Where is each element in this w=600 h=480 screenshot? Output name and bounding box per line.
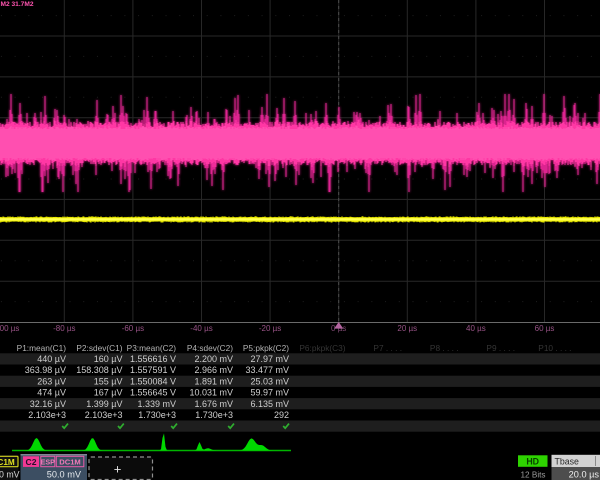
svg-text:DC1M: DC1M [0,458,15,467]
svg-text:+: + [114,462,122,477]
svg-text:1.676 mV: 1.676 mV [194,399,233,409]
svg-text:2.103e+3: 2.103e+3 [85,410,123,420]
svg-text:20.0 µs: 20.0 µs [569,470,600,480]
svg-text:10.031 mV: 10.031 mV [189,388,233,398]
svg-text:P3:mean(C2): P3:mean(C2) [127,343,177,353]
svg-text:-60 µs: -60 µs [122,324,144,333]
svg-text:1.730e+3: 1.730e+3 [195,410,233,420]
svg-text:00 µs: 00 µs [0,324,19,333]
svg-text:DC1M: DC1M [59,458,81,467]
svg-text:P4:sdev(C2): P4:sdev(C2) [187,343,233,353]
svg-text:12 Bits: 12 Bits [521,470,546,479]
svg-text:1.891 mV: 1.891 mV [194,376,233,386]
svg-text:P10 . . . .: P10 . . . . [538,343,571,353]
svg-text:1.550084 V: 1.550084 V [130,376,176,386]
svg-text:2.103e+3: 2.103e+3 [28,410,66,420]
svg-text:ESP: ESP [41,458,56,467]
svg-text:158.308 µV: 158.308 µV [76,365,122,375]
svg-text:HD: HD [526,457,539,467]
svg-text:27.97 mV: 27.97 mV [250,354,289,364]
svg-text:1.556616 V: 1.556616 V [130,354,176,364]
svg-text:263 µV: 263 µV [37,376,66,386]
svg-text:1.399 µV: 1.399 µV [86,399,122,409]
svg-text:60 µs: 60 µs [535,324,555,333]
svg-text:363.98 µV: 363.98 µV [25,365,66,375]
svg-text:50.0 mV: 50.0 mV [47,470,82,480]
svg-text:P5:pkpk(C2): P5:pkpk(C2) [243,343,289,353]
svg-text:C2: C2 [26,457,37,467]
svg-text:292: 292 [274,410,289,420]
svg-text:P1:mean(C1): P1:mean(C1) [17,343,67,353]
svg-text:1.339 mV: 1.339 mV [137,399,176,409]
svg-text:167 µV: 167 µV [94,388,123,398]
svg-text:P9 . . . .: P9 . . . . [486,343,515,353]
svg-text:474 µV: 474 µV [37,388,66,398]
svg-text:P8 . . . .: P8 . . . . [430,343,459,353]
svg-text:155 µV: 155 µV [94,376,123,386]
svg-text:2.200 mV: 2.200 mV [194,354,233,364]
svg-text:25.03 mV: 25.03 mV [250,376,289,386]
svg-text:1.556645 V: 1.556645 V [130,388,176,398]
svg-text:440 µV: 440 µV [37,354,66,364]
svg-text:1.557591 V: 1.557591 V [130,365,176,375]
svg-text:0 mV: 0 mV [0,469,20,479]
svg-text:1.730e+3: 1.730e+3 [138,410,176,420]
svg-text:33.477 mV: 33.477 mV [245,365,289,375]
svg-text:40 µs: 40 µs [466,324,486,333]
svg-text:P7 . . . .: P7 . . . . [373,343,402,353]
svg-text:P2:sdev(C1): P2:sdev(C1) [76,343,122,353]
svg-text:2.966 mV: 2.966 mV [194,365,233,375]
svg-text:P6:pkpk(C3): P6:pkpk(C3) [299,343,345,353]
svg-text:-20 µs: -20 µs [259,324,281,333]
svg-text:-80 µs: -80 µs [53,324,75,333]
svg-text:160 µV: 160 µV [94,354,123,364]
svg-text:-40 µs: -40 µs [190,324,212,333]
svg-text:59.97 mV: 59.97 mV [250,388,289,398]
svg-text:M2 31.7M2: M2 31.7M2 [1,1,34,8]
svg-text:20 µs: 20 µs [397,324,417,333]
svg-text:6.135 mV: 6.135 mV [250,399,289,409]
svg-text:Tbase: Tbase [555,456,580,466]
svg-text:32.16 µV: 32.16 µV [30,399,66,409]
